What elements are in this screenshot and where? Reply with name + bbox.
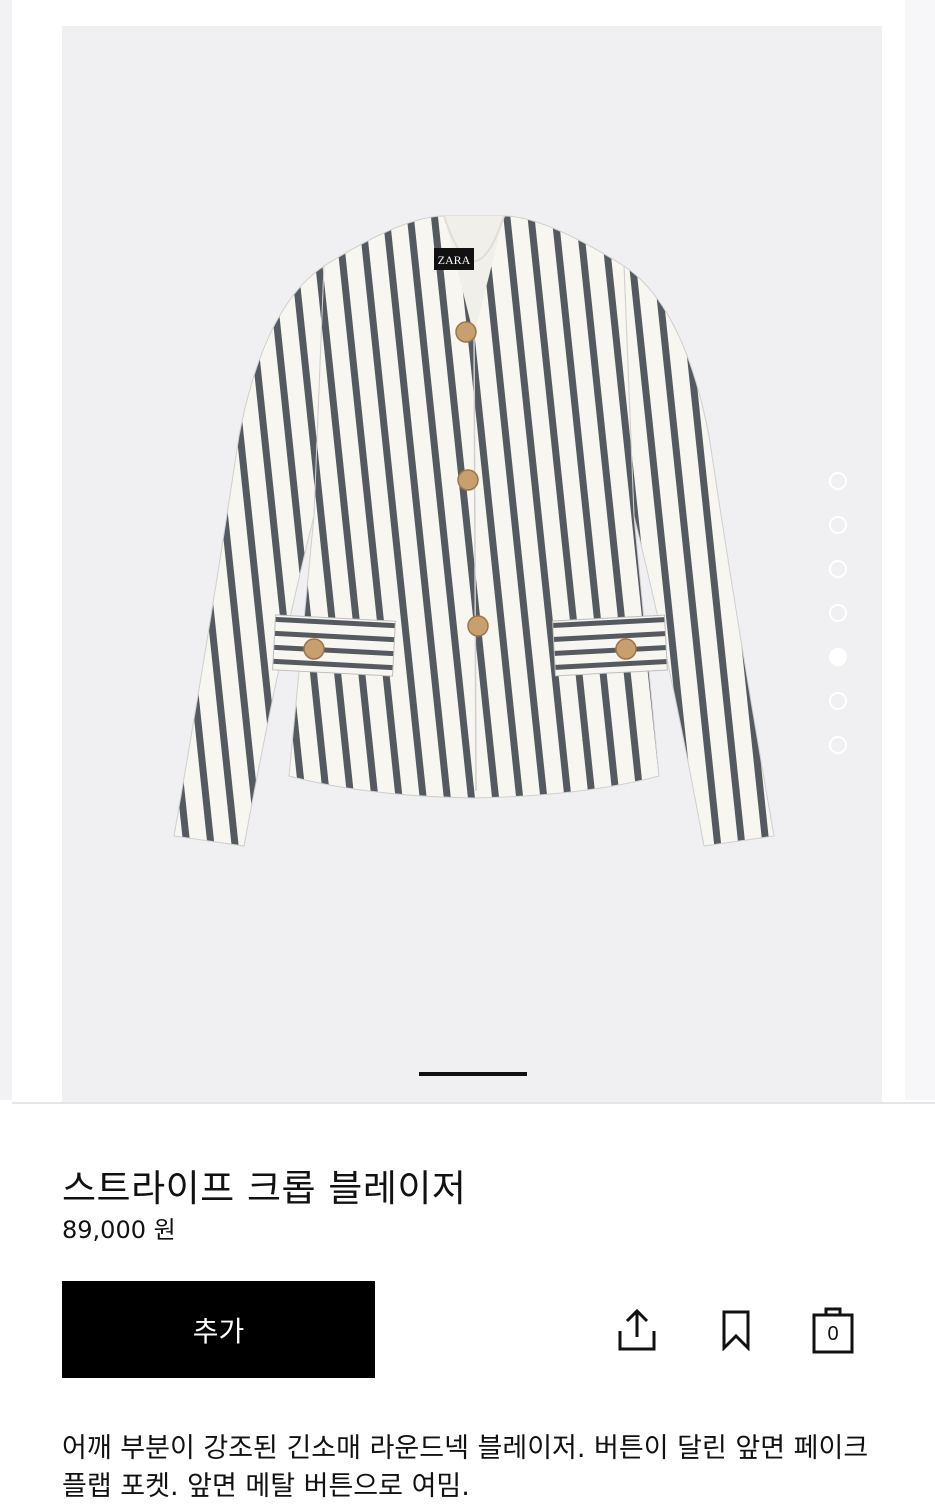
add-to-cart-button[interactable]: 추가	[62, 1281, 375, 1378]
gallery-pagination-dots	[829, 472, 853, 780]
share-icon	[618, 1308, 656, 1351]
product-image-gallery[interactable]: ZARA	[62, 26, 882, 1102]
bag-count-badge: 0	[827, 1323, 839, 1345]
share-button[interactable]	[607, 1300, 667, 1360]
gallery-dot[interactable]	[829, 604, 847, 622]
bookmark-icon	[722, 1310, 750, 1351]
product-title: 스트라이프 크롭 블레이저	[62, 1167, 467, 1210]
right-edge-strip	[905, 0, 935, 1100]
product-image: ZARA	[173, 215, 775, 847]
section-divider	[12, 1102, 935, 1104]
gallery-scroll-indicator	[419, 1072, 527, 1076]
brand-label-text: ZARA	[438, 253, 471, 267]
gallery-dot[interactable]	[829, 560, 847, 578]
product-price: 89,000 원	[62, 1216, 176, 1244]
gallery-dot[interactable]	[829, 516, 847, 534]
shopping-bag-button[interactable]: 0	[803, 1300, 863, 1360]
shopping-bag-icon: 0	[811, 1305, 855, 1355]
left-edge-strip	[0, 0, 12, 1100]
gallery-dot-active[interactable]	[829, 648, 847, 666]
gallery-dot[interactable]	[829, 736, 847, 754]
gallery-dot[interactable]	[829, 472, 847, 490]
bookmark-button[interactable]	[706, 1300, 766, 1360]
product-description: 어깨 부분이 강조된 긴소매 라운드넥 블레이저. 버튼이 달린 앞면 페이크 …	[62, 1433, 869, 1502]
gallery-dot[interactable]	[829, 692, 847, 710]
